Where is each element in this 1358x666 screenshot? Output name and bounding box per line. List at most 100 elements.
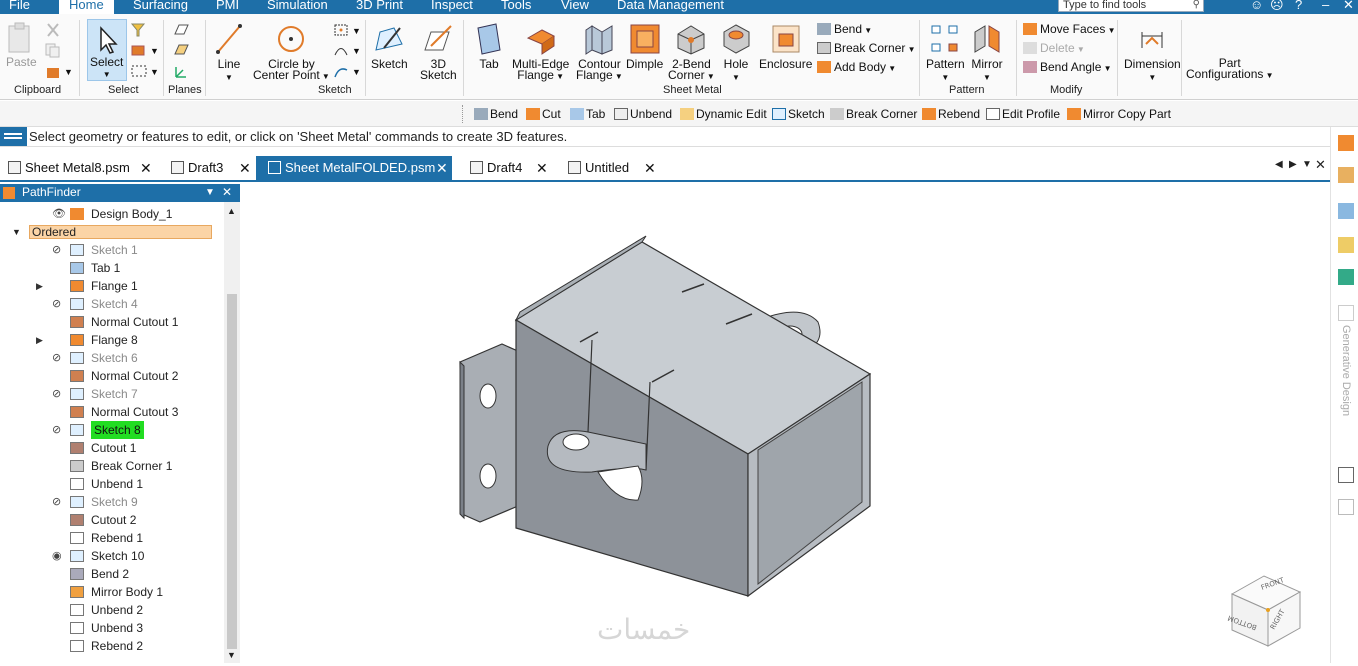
copy-icon[interactable]	[44, 42, 62, 58]
cmd-dynamic-edit[interactable]: Dynamic Edit	[680, 107, 767, 121]
dashed-select-icon[interactable]	[130, 64, 148, 78]
close-icon[interactable]: ✕	[222, 184, 232, 201]
sketch-button[interactable]: Sketch	[371, 22, 408, 70]
minimize-icon[interactable]: –	[1322, 0, 1329, 12]
frown-icon[interactable]: ☹	[1270, 0, 1284, 13]
grid-icon[interactable]	[1338, 237, 1354, 253]
part-configurations-button[interactable]: Part Configurations ▼	[1186, 57, 1274, 81]
eye-icon[interactable]: ◉	[52, 547, 66, 565]
find-tools-input[interactable]: Type to find tools ⚲	[1058, 0, 1204, 12]
render-icon[interactable]	[1338, 269, 1354, 285]
line-button[interactable]: Line ▼	[214, 22, 244, 83]
circle-center-point-button[interactable]: Circle by Center Point ▼	[253, 22, 330, 82]
tab-sheet-metal-folded[interactable]: Sheet MetalFOLDED.psm ✕	[256, 156, 452, 181]
chevron-down-icon[interactable]: ▼	[205, 184, 215, 201]
cmd-edit-profile[interactable]: Edit Profile	[986, 107, 1060, 121]
chevron-down-icon[interactable]: ▼	[352, 24, 361, 38]
cmd-mirror-copy-part[interactable]: Mirror Copy Part	[1067, 107, 1171, 121]
paste-button[interactable]: Paste	[6, 22, 37, 68]
tree-item[interactable]: ◉ Sketch 10	[0, 547, 224, 565]
rectangle-icon[interactable]	[333, 22, 349, 38]
chevron-down-icon[interactable]: ▼	[64, 65, 73, 79]
tree-item[interactable]: ⊘ Sketch 6	[0, 349, 224, 367]
enclosure-button[interactable]: Enclosure	[759, 22, 812, 70]
cmd-cut[interactable]: Cut	[526, 107, 561, 121]
delete-button[interactable]: Delete ▼	[1023, 41, 1085, 57]
tree-item[interactable]: Bend 2	[0, 565, 224, 583]
dimple-button[interactable]: Dimple	[626, 22, 663, 70]
select-button[interactable]: Select ▼	[90, 26, 123, 80]
eye-hidden-icon[interactable]: ⊘	[52, 241, 66, 259]
menu-simulation[interactable]: Simulation	[267, 0, 328, 12]
chevron-down-icon[interactable]: ▼	[150, 44, 159, 58]
tree-item[interactable]: ⊘ Sketch 4	[0, 295, 224, 313]
tree-item[interactable]: Cutout 1	[0, 439, 224, 457]
plane-parallel-icon[interactable]	[173, 42, 189, 58]
scroll-thumb[interactable]	[227, 294, 237, 649]
tree-item[interactable]: ▶ Flange 8	[0, 331, 224, 349]
tree-item[interactable]: Unbend 2	[0, 601, 224, 619]
menu-3d-print[interactable]: 3D Print	[356, 0, 403, 12]
menu-file[interactable]: File	[9, 0, 30, 12]
expand-icon[interactable]: ▶	[36, 331, 43, 349]
cut-icon[interactable]	[44, 22, 62, 38]
tab-sheet-metal8[interactable]: Sheet Metal8.psm ✕	[8, 156, 156, 181]
tab-scroll-right-icon[interactable]: ▶	[1289, 159, 1297, 170]
close-window-icon[interactable]: ✕	[1343, 0, 1354, 13]
menu-pmi[interactable]: PMI	[216, 0, 239, 12]
3d-sketch-button[interactable]: 3D Sketch	[420, 22, 457, 81]
tree-item-design-body[interactable]: 👁 Design Body_1	[0, 205, 224, 223]
tree-item[interactable]: Cutout 2	[0, 511, 224, 529]
close-all-icon[interactable]: ✕	[1315, 157, 1326, 173]
tab-draft3[interactable]: Draft3 ✕	[171, 156, 253, 181]
tree-item[interactable]: ⊘ Sketch 9	[0, 493, 224, 511]
tab-button[interactable]: Tab	[474, 22, 504, 70]
menu-home[interactable]: Home	[59, 0, 114, 14]
eye-hidden-icon[interactable]: ⊘	[52, 421, 66, 439]
smile-icon[interactable]: ☺	[1250, 0, 1263, 12]
eye-icon[interactable]: 👁	[52, 205, 66, 223]
tree-item[interactable]: ⊘ Sketch 8	[0, 421, 224, 439]
scroll-down-icon[interactable]: ▼	[227, 650, 236, 660]
tree-scrollbar[interactable]: ▲ ▼	[224, 202, 240, 663]
arc-icon[interactable]	[333, 42, 349, 58]
close-icon[interactable]: ✕	[644, 156, 656, 180]
menu-view[interactable]: View	[561, 0, 589, 12]
cmd-sketch[interactable]: Sketch	[772, 107, 825, 121]
cmd-break-corner[interactable]: Break Corner	[830, 107, 917, 121]
curve-icon[interactable]	[333, 64, 349, 80]
select-box-icon[interactable]	[130, 42, 146, 58]
eye-hidden-icon[interactable]: ⊘	[52, 385, 66, 403]
prompt-menu-icon[interactable]	[0, 127, 27, 146]
view-cube[interactable]: FRONT RIGHT BOTTOM	[1226, 572, 1306, 652]
settings-icon[interactable]	[1338, 467, 1354, 483]
menu-surfacing[interactable]: Surfacing	[133, 0, 188, 12]
cmd-bend[interactable]: Bend	[474, 107, 518, 121]
tree-item[interactable]: Unbend 1	[0, 475, 224, 493]
chevron-down-icon[interactable]: ▼	[150, 65, 159, 79]
close-icon[interactable]: ✕	[436, 156, 448, 180]
generative-icon[interactable]	[1338, 305, 1354, 321]
eye-hidden-icon[interactable]: ⊘	[52, 493, 66, 511]
tree-item[interactable]: Tab 1	[0, 259, 224, 277]
menu-tools[interactable]: Tools	[501, 0, 531, 12]
cmd-rebend[interactable]: Rebend	[922, 107, 980, 121]
filter-icon[interactable]	[130, 22, 146, 38]
tree-item[interactable]: ▶ Flange 1	[0, 277, 224, 295]
chevron-down-icon[interactable]: ▼	[352, 65, 361, 79]
expand-icon[interactable]: ▼	[12, 223, 21, 241]
cmd-tab[interactable]: Tab	[570, 107, 605, 121]
dimension-button[interactable]: Dimension ▼	[1124, 22, 1181, 83]
layers-icon[interactable]	[1338, 203, 1354, 219]
tree-item[interactable]: Normal Cutout 1	[0, 313, 224, 331]
tab-draft4[interactable]: Draft4 ✕	[470, 156, 550, 181]
chevron-down-icon[interactable]: ▼	[352, 44, 361, 58]
tree-item[interactable]: ⊘ Sketch 1	[0, 241, 224, 259]
graphics-viewport[interactable]: FRONT RIGHT BOTTOM	[242, 184, 1330, 663]
cmd-unbend[interactable]: Unbend	[614, 107, 672, 121]
scroll-up-icon[interactable]: ▲	[227, 206, 236, 216]
tab-list-icon[interactable]: ▼	[1302, 159, 1312, 170]
paint-icon[interactable]	[44, 64, 62, 80]
pattern-button[interactable]: Pattern ▼	[926, 22, 965, 83]
tab-scroll-left-icon[interactable]: ◀	[1275, 159, 1283, 170]
